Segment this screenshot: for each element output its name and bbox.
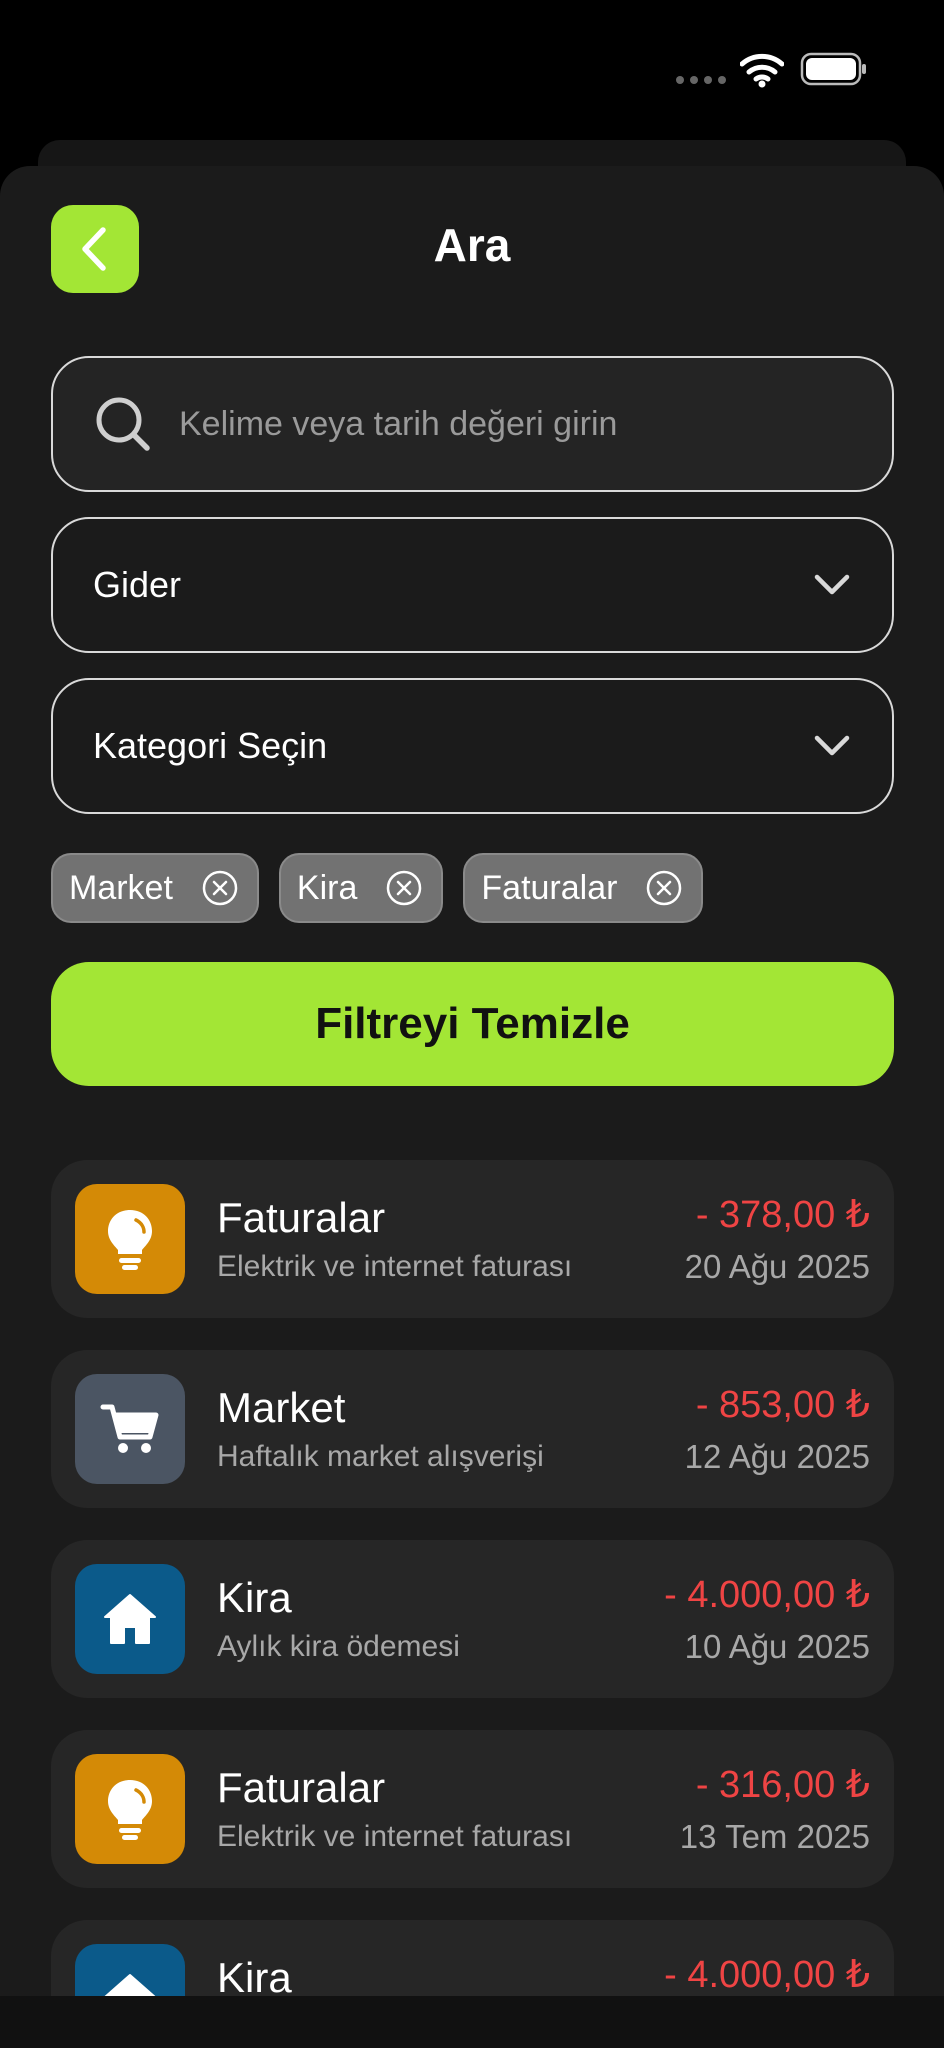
category-icon-box	[75, 1944, 185, 1996]
transaction-title: Faturalar	[217, 1764, 386, 1811]
chip-label: Faturalar	[481, 868, 618, 907]
category-icon-box	[75, 1564, 185, 1674]
transaction-item[interactable]: Market Haftalık market alışverişi - 853,…	[51, 1350, 894, 1508]
lightbulb-icon	[108, 1780, 152, 1840]
category-chip: Market	[51, 853, 259, 923]
transaction-amount: - 316,00 ₺	[695, 1764, 870, 1806]
category-select-placeholder: Kategori Seçin	[93, 725, 328, 766]
chevron-down-icon	[814, 735, 850, 756]
transaction-date: 20 Ağu 2025	[684, 1248, 870, 1285]
transaction-description: Elektrik ve internet faturası	[217, 1250, 573, 1283]
home-icon	[104, 1594, 156, 1644]
page-title: Ara	[433, 219, 511, 271]
remove-chip-icon[interactable]	[645, 869, 683, 907]
chip-label: Market	[69, 868, 173, 907]
search-sheet: Ara Gider Kategori Seçin Market Kira	[0, 166, 944, 1996]
bottom-safe-area	[0, 1996, 944, 2048]
battery-icon	[800, 52, 866, 86]
transaction-date: 12 Ağu 2025	[684, 1438, 870, 1475]
transaction-amount: - 378,00 ₺	[695, 1194, 870, 1236]
transaction-title: Faturalar	[217, 1194, 386, 1241]
transaction-item[interactable]: Faturalar Elektrik ve internet faturası …	[51, 1160, 894, 1318]
cart-icon	[100, 1404, 159, 1453]
transaction-item[interactable]: Kira Aylık kira ödemesi - 4.000,00 ₺ 10 …	[51, 1540, 894, 1698]
category-icon-box	[75, 1754, 185, 1864]
chip-label: Kira	[296, 868, 358, 907]
transaction-description: Elektrik ve internet faturası	[217, 1820, 573, 1853]
transaction-amount: - 853,00 ₺	[695, 1384, 870, 1426]
category-icon-box	[75, 1374, 185, 1484]
search-field[interactable]	[51, 356, 894, 492]
type-select[interactable]: Gider	[51, 517, 894, 653]
remove-chip-icon[interactable]	[385, 869, 423, 907]
transaction-amount: - 4.000,00 ₺	[664, 1954, 870, 1996]
transaction-item[interactable]: Faturalar Elektrik ve internet faturası …	[51, 1730, 894, 1888]
transaction-item[interactable]: Kira - 4.000,00 ₺	[51, 1920, 894, 1996]
transaction-date: 13 Tem 2025	[679, 1818, 870, 1855]
lightbulb-icon	[108, 1210, 152, 1270]
category-select[interactable]: Kategori Seçin	[51, 678, 894, 814]
chevron-down-icon	[814, 574, 850, 595]
home-icon	[104, 1974, 156, 1996]
type-select-value: Gider	[93, 564, 182, 605]
cellular-signal-icon	[676, 76, 726, 84]
transaction-amount: - 4.000,00 ₺	[664, 1574, 870, 1616]
category-icon-box	[75, 1184, 185, 1294]
search-input[interactable]	[179, 404, 892, 444]
transaction-title: Kira	[217, 1954, 292, 1996]
transaction-title: Market	[217, 1384, 346, 1431]
selected-category-chips: Market Kira Faturalar	[51, 853, 704, 923]
wifi-icon	[740, 53, 784, 88]
search-icon	[96, 397, 150, 451]
status-bar	[0, 0, 944, 140]
transaction-title: Kira	[217, 1574, 292, 1621]
category-chip: Faturalar	[463, 853, 704, 923]
clear-filter-button[interactable]: Filtreyi Temizle	[51, 962, 894, 1086]
transaction-description: Aylık kira ödemesi	[217, 1630, 460, 1663]
transaction-description: Haftalık market alışverişi	[217, 1440, 544, 1473]
remove-chip-icon[interactable]	[201, 869, 239, 907]
category-chip: Kira	[278, 853, 444, 923]
transaction-date: 10 Ağu 2025	[684, 1628, 870, 1665]
